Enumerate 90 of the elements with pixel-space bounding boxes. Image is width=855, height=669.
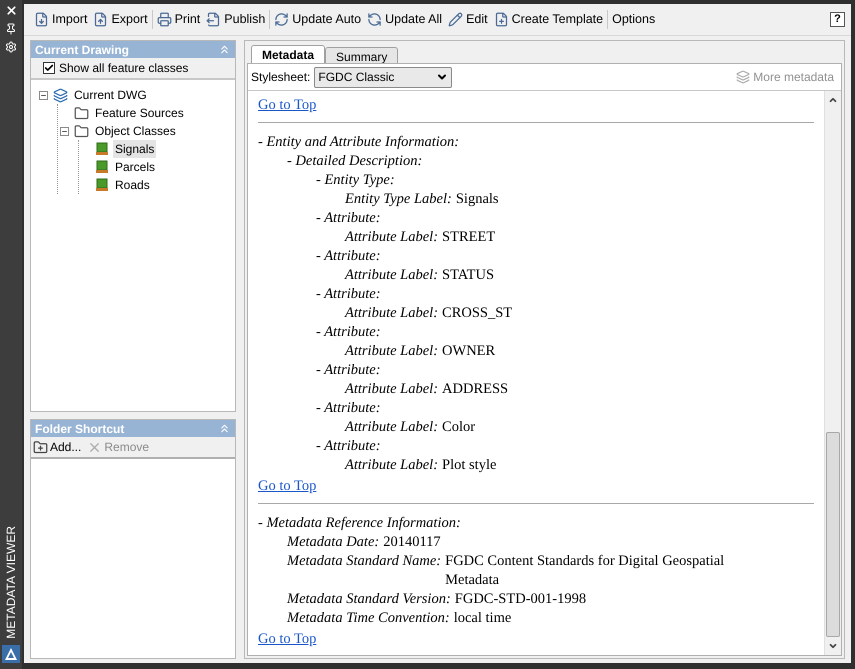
toolbar-button[interactable]: Print (156, 10, 200, 29)
entry-label: - Attribute: (316, 247, 381, 266)
palette-title: METADATA VIEWER (3, 526, 19, 639)
entry-label: Metadata Time Convention: (287, 609, 450, 628)
toolbar-button[interactable]: Publish (206, 10, 266, 29)
section-heading: - Metadata Reference Information: (258, 515, 461, 531)
collapse-toggle-icon[interactable] (60, 126, 68, 136)
toolbar-button[interactable]: Update Auto (274, 10, 362, 29)
pencil-icon (448, 12, 464, 27)
entry-label: Attribute Label: (345, 342, 438, 361)
tree-item[interactable]: Roads (113, 176, 152, 194)
entry-value: Color (442, 418, 476, 437)
tree-item[interactable]: Feature Sources (93, 104, 186, 122)
panel-button[interactable]: Add... (33, 438, 82, 456)
feature-class-icon (95, 178, 109, 192)
stack-icon (736, 70, 750, 84)
checkbox[interactable] (43, 62, 55, 74)
pin-icon[interactable] (5, 23, 17, 35)
refresh-icon (367, 12, 382, 27)
entry-label: Metadata Standard Version: (287, 590, 451, 609)
entry-label: - Attribute: (316, 209, 381, 228)
tab[interactable]: Summary (325, 47, 398, 63)
stylesheet-label: Stylesheet: (251, 69, 310, 86)
entry-label: Attribute Label: (345, 228, 438, 247)
section-heading: - Entity and Attribute Information: (258, 134, 460, 150)
entry-label: Attribute Label: (345, 418, 438, 437)
toolbar-button[interactable]: Options (612, 10, 656, 29)
entry-label: Metadata Date: (287, 533, 380, 552)
entry-label: Metadata Standard Name: (287, 552, 442, 571)
folder-icon (74, 124, 89, 138)
entry-label: - Attribute: (316, 437, 381, 456)
settings-icon[interactable] (5, 41, 17, 53)
toolbar-button[interactable]: Create Template (494, 10, 604, 29)
toolbar-button[interactable]: Update All (367, 10, 442, 29)
entry-label: Attribute Label: (345, 304, 438, 323)
entry-value: Plot style (442, 456, 496, 475)
entry-value: 20140117 (383, 533, 441, 552)
go-to-top-link[interactable]: Go to Top (258, 630, 316, 649)
entry-label: Attribute Label: (345, 266, 438, 285)
drawing-icon (53, 88, 68, 102)
scroll-up-icon[interactable] (828, 95, 838, 105)
toolbar-button[interactable]: Import (34, 10, 88, 29)
tree-item[interactable]: Current DWG (72, 86, 149, 104)
document-arrow-icon (206, 12, 222, 27)
entry-value: FGDC-STD-001-1998 (454, 590, 586, 609)
stylesheet-dropdown[interactable]: FGDC Classic (314, 66, 452, 88)
go-to-top-link[interactable]: Go to Top (258, 96, 316, 115)
entry-label: - Attribute: (316, 323, 381, 342)
document-arrow-icon (34, 12, 49, 27)
panel-title: Current Drawing (35, 42, 130, 58)
document-arrow-icon (93, 12, 108, 27)
tree-item[interactable]: Parcels (113, 158, 158, 176)
entry-value: ADDRESS (442, 380, 508, 399)
refresh-icon (274, 12, 290, 27)
app-logo-icon[interactable] (2, 645, 20, 663)
feature-class-icon (95, 142, 109, 156)
feature-class-icon (95, 160, 109, 174)
checkbox-label: Show all feature classes (59, 60, 188, 77)
tab[interactable]: Metadata (251, 45, 326, 63)
entry-label: Attribute Label: (345, 456, 438, 475)
scroll-thumb[interactable] (826, 432, 840, 637)
entry-value: OWNER (442, 342, 496, 361)
entry-label: Attribute Label: (345, 380, 438, 399)
scroll-down-icon[interactable] (828, 641, 838, 651)
toolbar-button[interactable]: Edit (448, 10, 488, 29)
tree-item[interactable]: Signals (113, 140, 156, 158)
entry-label: - Entity Type: (316, 171, 395, 190)
scrollbar[interactable] (824, 91, 841, 655)
go-to-top-link[interactable]: Go to Top (258, 477, 316, 496)
collapse-toggle-icon[interactable] (38, 90, 48, 100)
toolbar-button[interactable]: Export (93, 10, 148, 29)
entry-label: - Attribute: (316, 361, 381, 380)
folder-plus-icon (33, 440, 48, 454)
entry-value: STATUS (442, 266, 494, 285)
document-plus-icon (494, 12, 509, 27)
entry-value: CROSS_ST (442, 304, 512, 323)
close-icon[interactable] (4, 4, 18, 17)
printer-icon (156, 12, 172, 27)
entry-value: local time (454, 609, 512, 628)
entry-value: Signals (456, 190, 499, 209)
folder-icon (74, 106, 89, 120)
help-button[interactable]: ? (830, 12, 845, 27)
entry-value: FGDC Content Standards for Digital Geospatial Metadata (445, 552, 726, 590)
entry-label: - Attribute: (316, 399, 381, 418)
entry-label: Entity Type Label: (345, 190, 452, 209)
entry-label: - Attribute: (316, 285, 381, 304)
entry-value: STREET (442, 228, 496, 247)
tree-item[interactable]: Object Classes (93, 122, 178, 140)
entry-label: - Detailed Description: (287, 152, 422, 171)
panel-title: Folder Shortcut (35, 420, 124, 438)
